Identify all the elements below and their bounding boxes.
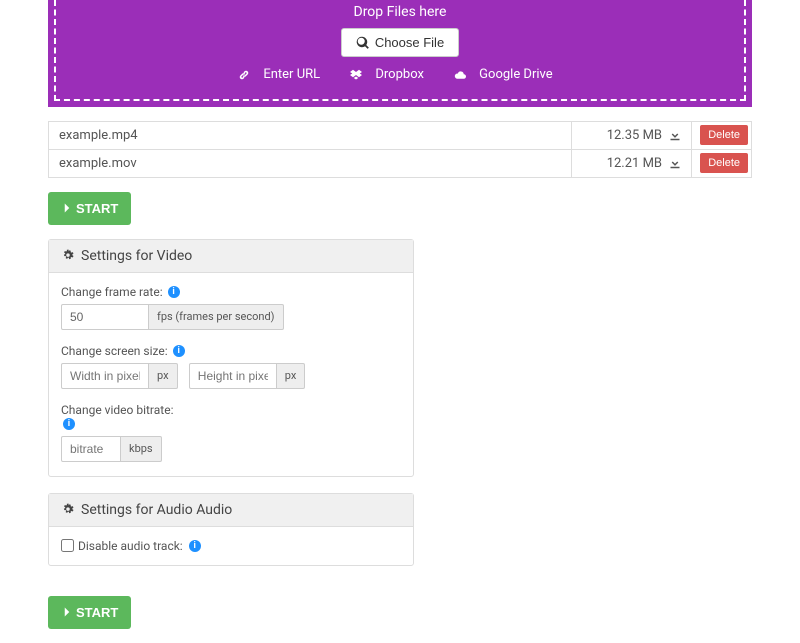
- framerate-label: Change frame rate: i: [61, 285, 401, 299]
- bitrate-label: Change video bitrate:i: [61, 403, 401, 431]
- framerate-addon: fps (frames per second): [149, 304, 284, 330]
- enter-url-link[interactable]: Enter URL: [238, 67, 329, 82]
- chevron-right-icon: [61, 202, 73, 214]
- height-input[interactable]: [189, 363, 277, 389]
- disable-audio-row[interactable]: Disable audio track: i: [61, 539, 401, 553]
- upload-sources: Enter URL Dropbox Google Drive: [56, 67, 744, 85]
- disable-audio-checkbox[interactable]: [61, 539, 74, 552]
- start-button-bottom[interactable]: START: [48, 596, 131, 629]
- file-row: example.mp4 12.35 MB Delete: [49, 121, 752, 149]
- bitrate-addon: kbps: [121, 436, 162, 462]
- screensize-label: Change screen size: i: [61, 344, 401, 358]
- info-icon[interactable]: i: [63, 418, 75, 430]
- video-settings-heading: Settings for Video: [49, 240, 413, 273]
- chevron-right-icon: [61, 606, 73, 618]
- audio-settings-panel: Settings for Audio Audio Disable audio t…: [48, 493, 414, 566]
- choose-file-label: Choose File: [375, 35, 444, 50]
- choose-file-button[interactable]: Choose File: [341, 28, 459, 57]
- video-settings-panel: Settings for Video Change frame rate: i …: [48, 239, 414, 477]
- audio-settings-heading: Settings for Audio Audio: [49, 494, 413, 527]
- disable-audio-label: Disable audio track:: [78, 539, 183, 553]
- download-icon[interactable]: [666, 128, 681, 142]
- framerate-input[interactable]: [61, 304, 149, 330]
- info-icon[interactable]: i: [173, 345, 185, 357]
- search-icon: [356, 36, 370, 50]
- info-icon[interactable]: i: [189, 540, 201, 552]
- file-size: 12.35 MB: [572, 121, 692, 149]
- info-icon[interactable]: i: [168, 286, 180, 298]
- cloud-icon: [454, 69, 466, 81]
- link-icon: [238, 69, 250, 81]
- delete-button[interactable]: Delete: [700, 153, 748, 173]
- start-button-top[interactable]: START: [48, 192, 131, 225]
- delete-button[interactable]: Delete: [700, 125, 748, 145]
- file-list: example.mp4 12.35 MB Delete example.mov …: [48, 121, 752, 178]
- dropbox-icon: [350, 69, 362, 81]
- file-row: example.mov 12.21 MB Delete: [49, 149, 752, 177]
- file-name: example.mov: [49, 149, 572, 177]
- gears-icon: [61, 249, 75, 263]
- dropzone[interactable]: Drop Files here Choose File Enter URL Dr…: [54, 0, 746, 101]
- dropbox-link[interactable]: Dropbox: [350, 67, 433, 82]
- width-input[interactable]: [61, 363, 149, 389]
- upload-area: Drop Files here Choose File Enter URL Dr…: [48, 0, 752, 107]
- bitrate-input[interactable]: [61, 436, 121, 462]
- download-icon[interactable]: [666, 156, 681, 170]
- drop-files-label: Drop Files here: [56, 0, 744, 20]
- file-name: example.mp4: [49, 121, 572, 149]
- gears-icon: [61, 503, 75, 517]
- file-size: 12.21 MB: [572, 149, 692, 177]
- px-addon: px: [277, 363, 306, 389]
- gdrive-link[interactable]: Google Drive: [454, 67, 561, 82]
- px-addon: px: [149, 363, 178, 389]
